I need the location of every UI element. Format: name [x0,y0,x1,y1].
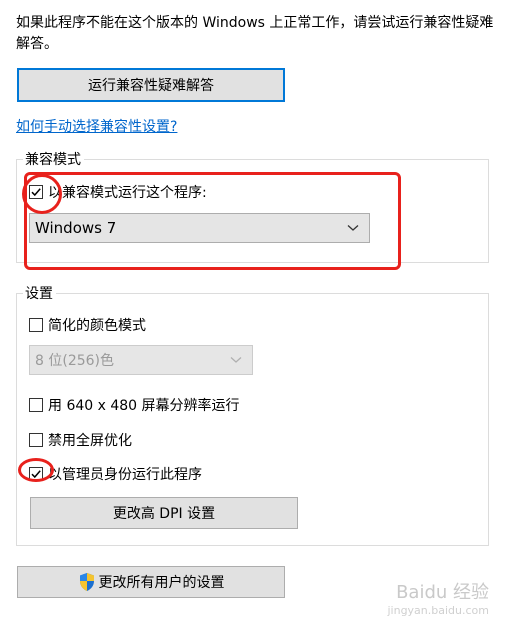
change-all-users-button[interactable]: 更改所有用户的设置 [17,566,285,598]
run-as-admin-label: 以管理员身份运行此程序 [48,467,202,483]
disable-fullscreen-row[interactable]: 禁用全屏优化 [29,430,132,450]
compat-mode-legend: 兼容模式 [23,151,84,169]
res-640-checkbox[interactable] [29,398,43,412]
watermark-brand: Baidu 经验 [396,582,489,603]
color-depth-select: 8 位(256)色 [29,345,253,375]
run-as-admin-row[interactable]: 以管理员身份运行此程序 [29,464,202,484]
reduced-color-row[interactable]: 简化的颜色模式 [29,315,146,335]
reduced-color-label: 简化的颜色模式 [48,318,146,334]
annotation-circle-compat [22,174,62,214]
res-640-row[interactable]: 用 640 x 480 屏幕分辨率运行 [29,395,240,415]
reduced-color-checkbox[interactable] [29,318,43,332]
settings-legend: 设置 [23,285,56,303]
chevron-down-icon [230,357,242,363]
color-depth-value: 8 位(256)色 [35,353,115,369]
baidu-watermark: Baidu 经验 jingyan.baidu.com [387,584,489,620]
uac-shield-icon [79,573,94,591]
intro-text: 如果此程序不能在这个版本的 Windows 上正常工作，请尝试运行兼容性疑难解答… [16,15,494,52]
disable-fullscreen-label: 禁用全屏优化 [48,433,132,449]
change-all-users-label: 更改所有用户的设置 [98,575,225,591]
res-640-label: 用 640 x 480 屏幕分辨率运行 [48,398,240,414]
watermark-url: jingyan.baidu.com [387,604,489,617]
annotation-circle-admin [18,458,54,482]
manual-compat-link[interactable]: 如何手动选择兼容性设置? [16,116,177,136]
change-high-dpi-button[interactable]: 更改高 DPI 设置 [30,497,298,529]
disable-fullscreen-checkbox[interactable] [29,433,43,447]
annotation-highlight-rect [24,172,401,270]
run-troubleshooter-button[interactable]: 运行兼容性疑难解答 [17,68,285,102]
